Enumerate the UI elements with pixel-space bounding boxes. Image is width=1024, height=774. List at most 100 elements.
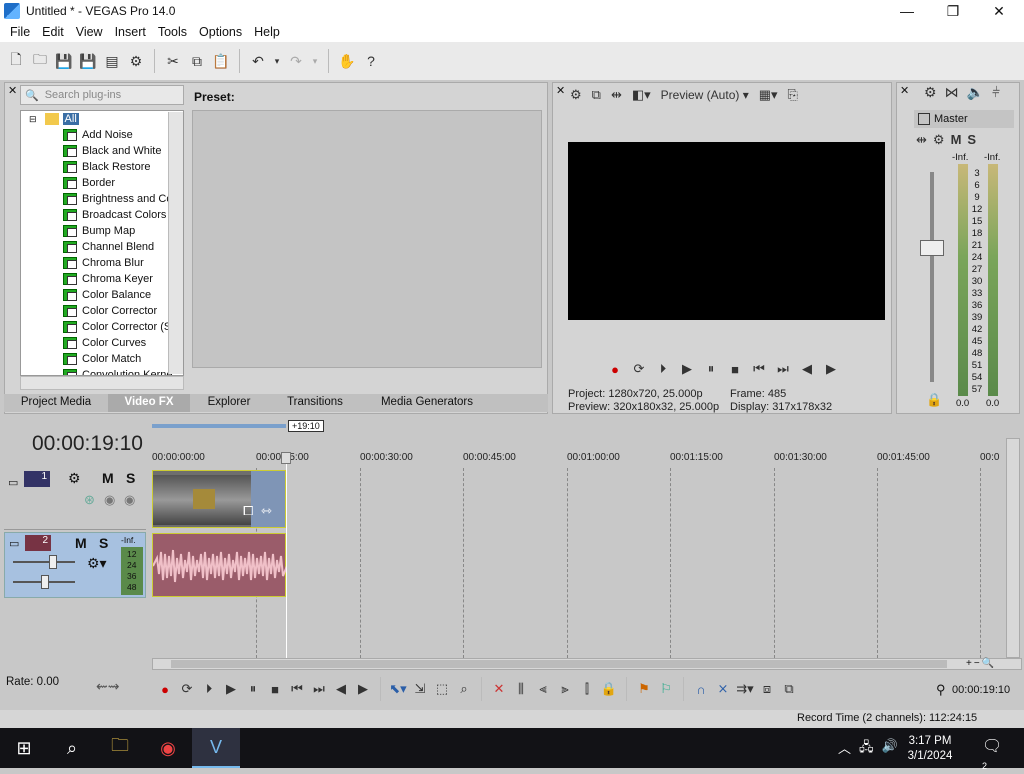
tab-video-fx[interactable]: Video FX [108, 394, 190, 412]
redo-dropdown-icon[interactable]: ▾ [310, 50, 320, 72]
search-plugins-input[interactable]: 🔍 Search plug-ins [20, 85, 184, 105]
tree-horizontal-scrollbar[interactable] [20, 376, 184, 390]
plugin-item[interactable]: Color Corrector [21, 303, 183, 319]
plugin-item[interactable]: Color Balance [21, 287, 183, 303]
zoom-edit-tool-icon[interactable]: ⌕ [455, 680, 473, 698]
plugin-item[interactable]: Convolution Kerne [21, 367, 183, 375]
properties-icon[interactable]: ⚙ [126, 50, 146, 72]
fx-icon[interactable]: ⚙ [933, 132, 945, 148]
plugin-item[interactable]: Channel Blend [21, 239, 183, 255]
play-icon[interactable]: ▶ [678, 360, 696, 378]
track-fx-icon[interactable]: ⚙ [68, 470, 81, 487]
minimize-button[interactable]: — [884, 0, 930, 22]
timeline-vertical-scrollbar[interactable] [1006, 438, 1020, 658]
loop-icon[interactable]: ⟳ [178, 680, 196, 698]
taskbar-clock[interactable]: 3:17 PM 3/1/2024 [900, 734, 960, 764]
delete-icon[interactable]: ✕ [490, 680, 508, 698]
envelope-tool-icon[interactable]: ⇲ [411, 680, 429, 698]
master-mute-button[interactable]: M [951, 132, 962, 148]
time-ruler[interactable]: 00:00:00:0000:00:15:0000:00:30:0000:00:4… [152, 452, 1004, 468]
menu-file[interactable]: File [4, 25, 36, 39]
stop-icon[interactable]: ■ [266, 680, 284, 698]
go-to-start-icon[interactable]: ⏮ [750, 360, 768, 378]
play-from-start-icon[interactable]: ⏵ [654, 360, 672, 378]
what-is-this-hand-icon[interactable]: ✋ [337, 50, 357, 72]
open-icon[interactable]: 🗀 [30, 50, 50, 72]
selection-tool-icon[interactable]: ⬚ [433, 680, 451, 698]
plugin-item[interactable]: Border [21, 175, 183, 191]
plugin-item[interactable]: Black and White [21, 143, 183, 159]
pan-icon[interactable]: ⇹ [916, 132, 927, 148]
preview-quality-dropdown[interactable]: Preview (Auto) ▾ [661, 88, 749, 102]
vegas-taskbar-icon[interactable]: V [192, 728, 240, 768]
scrollbar-thumb[interactable] [171, 660, 947, 668]
plugin-item[interactable]: Bump Map [21, 223, 183, 239]
zoom-in-icon[interactable]: + [966, 658, 972, 669]
plugin-item[interactable]: Add Noise [21, 127, 183, 143]
master-fader-handle[interactable] [920, 240, 944, 256]
pause-icon[interactable]: ⏸ [244, 680, 262, 698]
chrome-icon[interactable]: ◉ [144, 728, 192, 768]
gear-icon[interactable]: ⚙ [924, 84, 937, 101]
record-icon[interactable]: ● [606, 360, 624, 378]
external-monitor-icon[interactable]: ⧉ [592, 87, 601, 103]
overlays-icon[interactable]: ◧▾ [632, 87, 651, 103]
tree-root[interactable]: ⊟ All [21, 111, 183, 127]
lock-envelopes-icon[interactable]: ⧈ [758, 680, 776, 698]
tab-project-media[interactable]: Project Media [4, 394, 108, 412]
next-frame-icon[interactable]: ▶ [822, 360, 840, 378]
save-icon[interactable]: 💾 [54, 50, 74, 72]
video-event[interactable]: ⧠ ⇿ [152, 470, 286, 528]
zoom-tool-icon[interactable]: 🔍 [982, 658, 994, 669]
tab-explorer[interactable]: Explorer [190, 394, 268, 412]
menu-insert[interactable]: Insert [109, 25, 152, 39]
insert-marker-icon[interactable]: ⚑ [635, 680, 653, 698]
new-icon[interactable]: 🗋 [6, 50, 26, 72]
compositing-mode-icon[interactable]: ⊛ [84, 492, 95, 508]
panel-close-icon[interactable]: ✕ [556, 84, 565, 97]
volume-icon[interactable]: 🔊 [882, 738, 898, 760]
copy-snapshot-icon[interactable]: ⎘ [788, 87, 798, 103]
go-to-start-icon[interactable]: ⏮ [288, 680, 306, 698]
tree-vertical-scrollbar[interactable] [168, 112, 183, 374]
tab-transitions[interactable]: Transitions [268, 394, 362, 412]
loop-region-bar[interactable] [152, 424, 286, 428]
chevron-up-icon[interactable]: ︿ [838, 738, 851, 760]
pause-icon[interactable]: ⏸ [702, 360, 720, 378]
track-solo-button[interactable]: S [99, 535, 108, 551]
trim-start-icon[interactable]: ⫷ [534, 680, 552, 698]
close-button[interactable]: ✕ [976, 0, 1022, 22]
file-explorer-icon[interactable]: 🗀 [96, 728, 144, 768]
track-minimize-icon[interactable]: ▭ [8, 476, 18, 489]
zoom-out-icon[interactable]: − [974, 658, 980, 669]
undo-dropdown-icon[interactable]: ▾ [272, 50, 282, 72]
next-frame-icon[interactable]: ▶ [354, 680, 372, 698]
track-header-audio[interactable]: ▭ 2 M S -Inf. ⚙▾ 12 24 36 48 [4, 532, 146, 598]
play-icon[interactable]: ▶ [222, 680, 240, 698]
panel-close-icon[interactable]: ✕ [8, 84, 17, 97]
maximize-button[interactable]: ❐ [930, 0, 976, 22]
trim-end-icon[interactable]: ⫸ [556, 680, 574, 698]
network-icon[interactable]: 🖧 [859, 738, 874, 760]
plugin-item[interactable]: Color Corrector (S [21, 319, 183, 335]
grid-icon[interactable]: ▦▾ [759, 87, 778, 103]
lock-icon[interactable]: 🔒 [926, 392, 942, 408]
plugin-item[interactable]: Black Restore [21, 159, 183, 175]
cut-icon[interactable]: ✂ [163, 50, 183, 72]
track-fx-icon[interactable]: ⚙▾ [87, 555, 107, 572]
tab-media-generators[interactable]: Media Generators [362, 394, 492, 412]
track-minimize-icon[interactable]: ▭ [9, 537, 19, 550]
loop-icon[interactable]: ⟳ [630, 360, 648, 378]
start-button[interactable]: ⊞ [0, 728, 48, 768]
plugin-item[interactable]: Color Match [21, 351, 183, 367]
motion-icon[interactable]: ◉ [104, 492, 115, 508]
menu-options[interactable]: Options [193, 25, 248, 39]
audio-event[interactable] [152, 533, 288, 597]
help-icon[interactable]: ? [361, 50, 381, 72]
play-from-start-icon[interactable]: ⏵ [200, 680, 218, 698]
menu-help[interactable]: Help [248, 25, 286, 39]
split-screen-icon[interactable]: ⇹ [611, 87, 622, 103]
timeline-horizontal-scrollbar[interactable] [152, 658, 1022, 670]
child-track-icon[interactable]: ◉ [124, 492, 135, 508]
collapse-icon[interactable]: ⊟ [29, 114, 37, 125]
